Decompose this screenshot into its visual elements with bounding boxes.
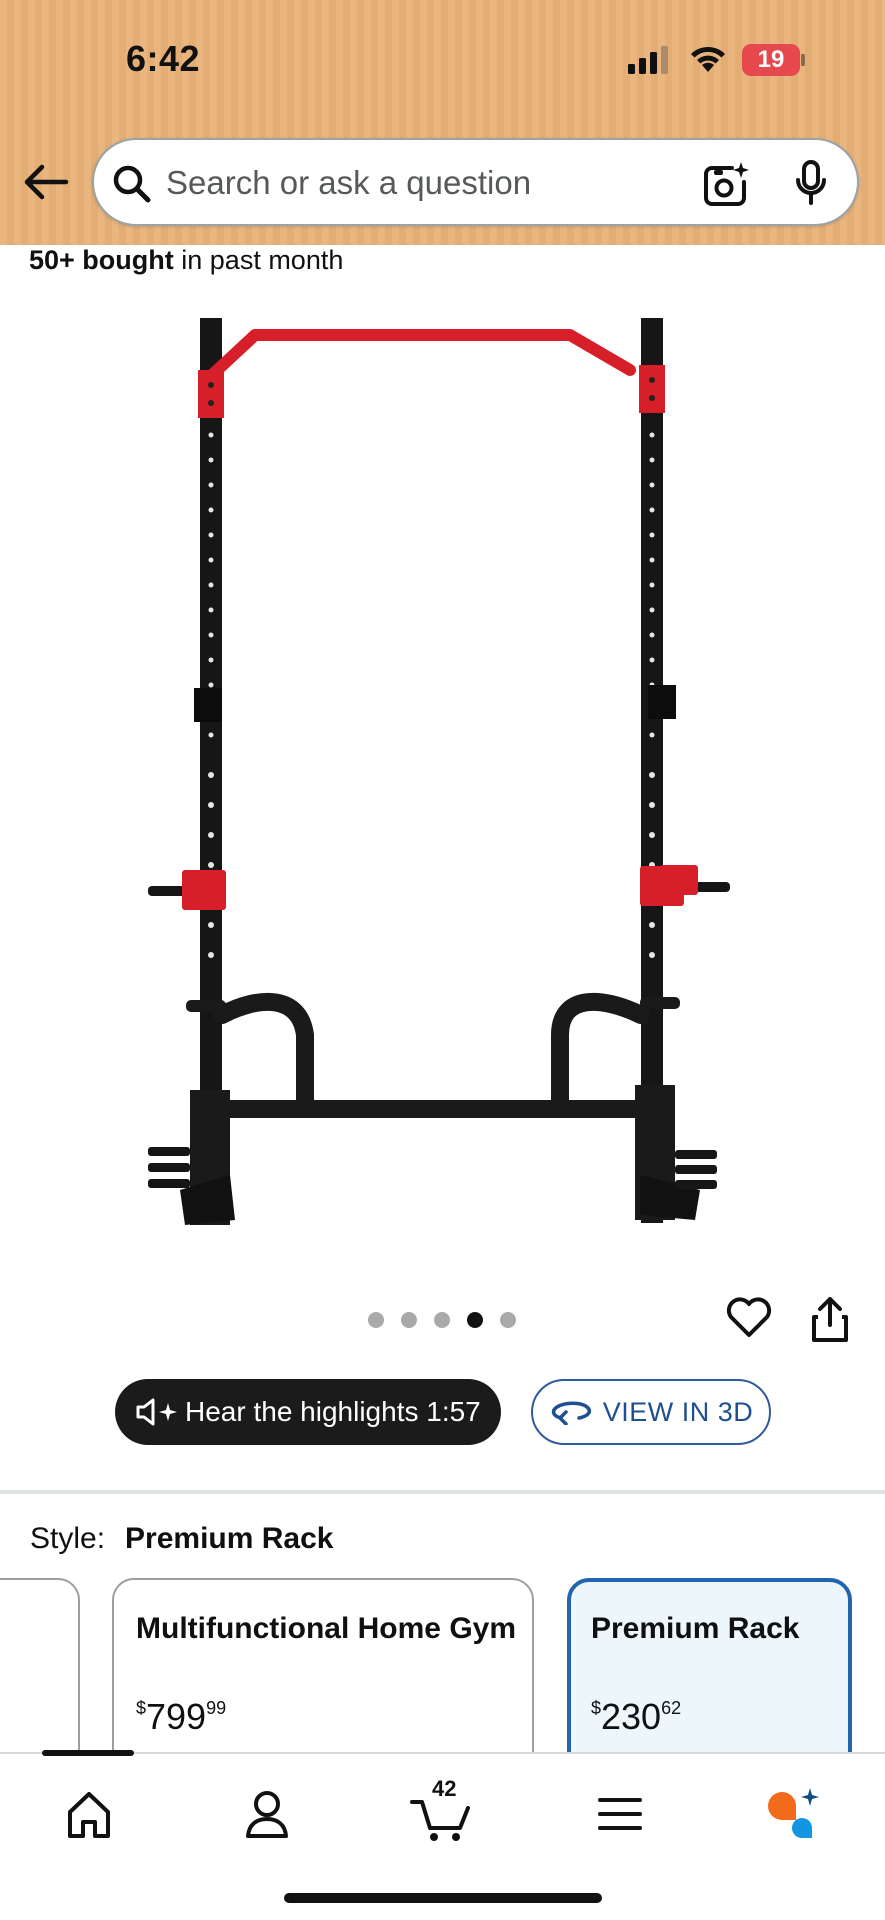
section-divider	[0, 1490, 885, 1494]
status-time: 6:42	[126, 38, 201, 79]
speaker-sparkle-icon	[136, 1398, 177, 1426]
battery-indicator: 19	[742, 44, 800, 76]
style-label: Style:	[30, 1522, 106, 1555]
price-symbol: $	[136, 1698, 147, 1718]
nav-active-indicator	[42, 1750, 134, 1756]
hear-the-highlights-button[interactable]: Hear the highlights 1:57	[115, 1379, 501, 1445]
app-header: 6:42 19	[0, 0, 885, 245]
account-icon[interactable]	[243, 1784, 291, 1844]
microphone-icon[interactable]	[794, 160, 828, 206]
style-selector-label: Style: Premium Rack	[30, 1522, 333, 1556]
heart-icon[interactable]	[725, 1295, 773, 1339]
style-option-title: Multifunctional Home Gym	[136, 1612, 517, 1645]
price-fraction: 62	[661, 1698, 682, 1718]
style-option-card-partial[interactable]	[0, 1578, 80, 1778]
bought-suffix: in past month	[173, 245, 344, 275]
image-carousel-dots[interactable]	[368, 1312, 516, 1328]
style-option-premium-rack-selected[interactable]: Premium Rack $23062	[567, 1578, 852, 1778]
carousel-dot-active[interactable]	[467, 1312, 483, 1328]
camera-lens-icon[interactable]	[702, 160, 750, 208]
rotate-3d-icon	[551, 1401, 591, 1425]
menu-icon[interactable]	[596, 1784, 644, 1844]
style-option-multifunctional-home-gym[interactable]: Multifunctional Home Gym $79999	[112, 1578, 534, 1778]
view-in-3d-button[interactable]: VIEW IN 3D	[531, 1379, 771, 1445]
back-arrow-icon[interactable]	[22, 160, 70, 204]
style-option-title: Premium Rack	[591, 1612, 800, 1645]
bought-in-past-month: 50+ bought in past month	[29, 245, 343, 276]
view-in-3d-label: VIEW IN 3D	[602, 1396, 754, 1427]
search-bar[interactable]	[92, 138, 859, 226]
home-icon[interactable]	[64, 1784, 114, 1844]
style-selected-value: Premium Rack	[125, 1522, 334, 1555]
cart-count-badge: 42	[432, 1776, 457, 1801]
style-option-price: $79999	[136, 1696, 226, 1738]
search-icon	[113, 165, 151, 203]
hear-the-highlights-label: Hear the highlights 1:57	[185, 1396, 481, 1427]
price-symbol: $	[591, 1698, 602, 1718]
price-fraction: 99	[206, 1698, 227, 1718]
price-whole: 799	[146, 1696, 207, 1737]
carousel-dot[interactable]	[434, 1312, 450, 1328]
price-whole: 230	[601, 1696, 662, 1737]
share-icon[interactable]	[810, 1297, 850, 1343]
home-indicator-bar	[284, 1893, 602, 1903]
search-input[interactable]	[166, 158, 646, 208]
cellular-signal-icon	[628, 46, 668, 74]
carousel-dot[interactable]	[401, 1312, 417, 1328]
cart-button[interactable]: 42	[410, 1776, 474, 1844]
product-image-squat-rack[interactable]	[0, 295, 885, 1255]
carousel-dot[interactable]	[368, 1312, 384, 1328]
bought-count: 50+ bought	[29, 245, 174, 275]
rufus-assistant-icon[interactable]	[764, 1784, 824, 1844]
style-option-price: $23062	[591, 1696, 681, 1738]
battery-nub	[801, 54, 805, 66]
carousel-dot[interactable]	[500, 1312, 516, 1328]
wifi-icon	[691, 46, 725, 72]
